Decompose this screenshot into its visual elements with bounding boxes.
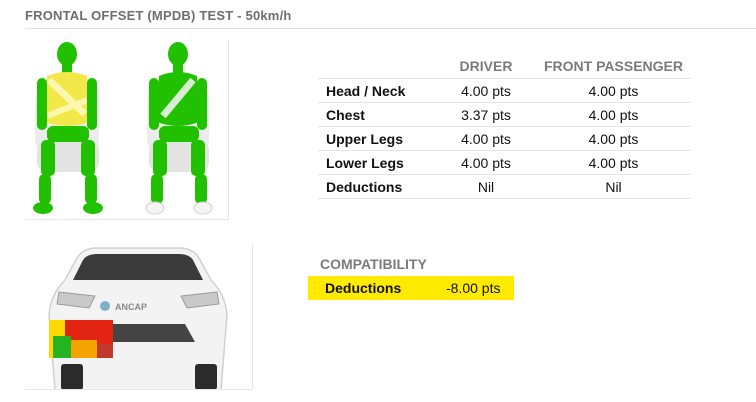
table-row: Head / Neck 4.00 pts 4.00 pts [318, 78, 691, 103]
driver-score: Nil [436, 174, 536, 199]
header-blank [318, 53, 436, 79]
driver-score: 4.00 pts [436, 78, 536, 103]
header-driver: DRIVER [459, 57, 513, 74]
table-row: Deductions Nil Nil [318, 174, 691, 199]
compatibility-title: COMPATIBILITY [320, 256, 427, 272]
passenger-score: 4.00 pts [536, 102, 691, 127]
section-title: FRONTAL OFFSET (MPDB) TEST - 50km/h [25, 8, 292, 23]
compatibility-value: -8.00 pts [446, 280, 501, 296]
compatibility-label: Deductions [325, 280, 402, 296]
passenger-score: 4.00 pts [536, 78, 691, 103]
scores-table: DRIVER FRONT PASSENGER Head / Neck 4.00 … [318, 53, 691, 199]
table-row: Upper Legs 4.00 pts 4.00 pts [318, 126, 691, 151]
row-label: Head / Neck [318, 78, 436, 103]
title-divider [25, 28, 756, 29]
car-compatibility-image: ANCAP [25, 244, 253, 391]
table-row: Lower Legs 4.00 pts 4.00 pts [318, 150, 691, 175]
table-row: Chest 3.37 pts 4.00 pts [318, 102, 691, 127]
table-header-row: DRIVER FRONT PASSENGER [318, 53, 691, 79]
header-front-passenger: FRONT PASSENGER [544, 57, 683, 74]
compatibility-deductions-bar: Deductions -8.00 pts [308, 276, 514, 300]
dummy-injury-diagram [25, 40, 229, 220]
row-label: Deductions [318, 174, 436, 199]
driver-score: 3.37 pts [436, 102, 536, 127]
row-label: Lower Legs [318, 150, 436, 175]
driver-score: 4.00 pts [436, 126, 536, 151]
row-label: Chest [318, 102, 436, 127]
row-label: Upper Legs [318, 126, 436, 151]
driver-score: 4.00 pts [436, 150, 536, 175]
passenger-score: Nil [536, 174, 691, 199]
passenger-score: 4.00 pts [536, 150, 691, 175]
passenger-score: 4.00 pts [536, 126, 691, 151]
